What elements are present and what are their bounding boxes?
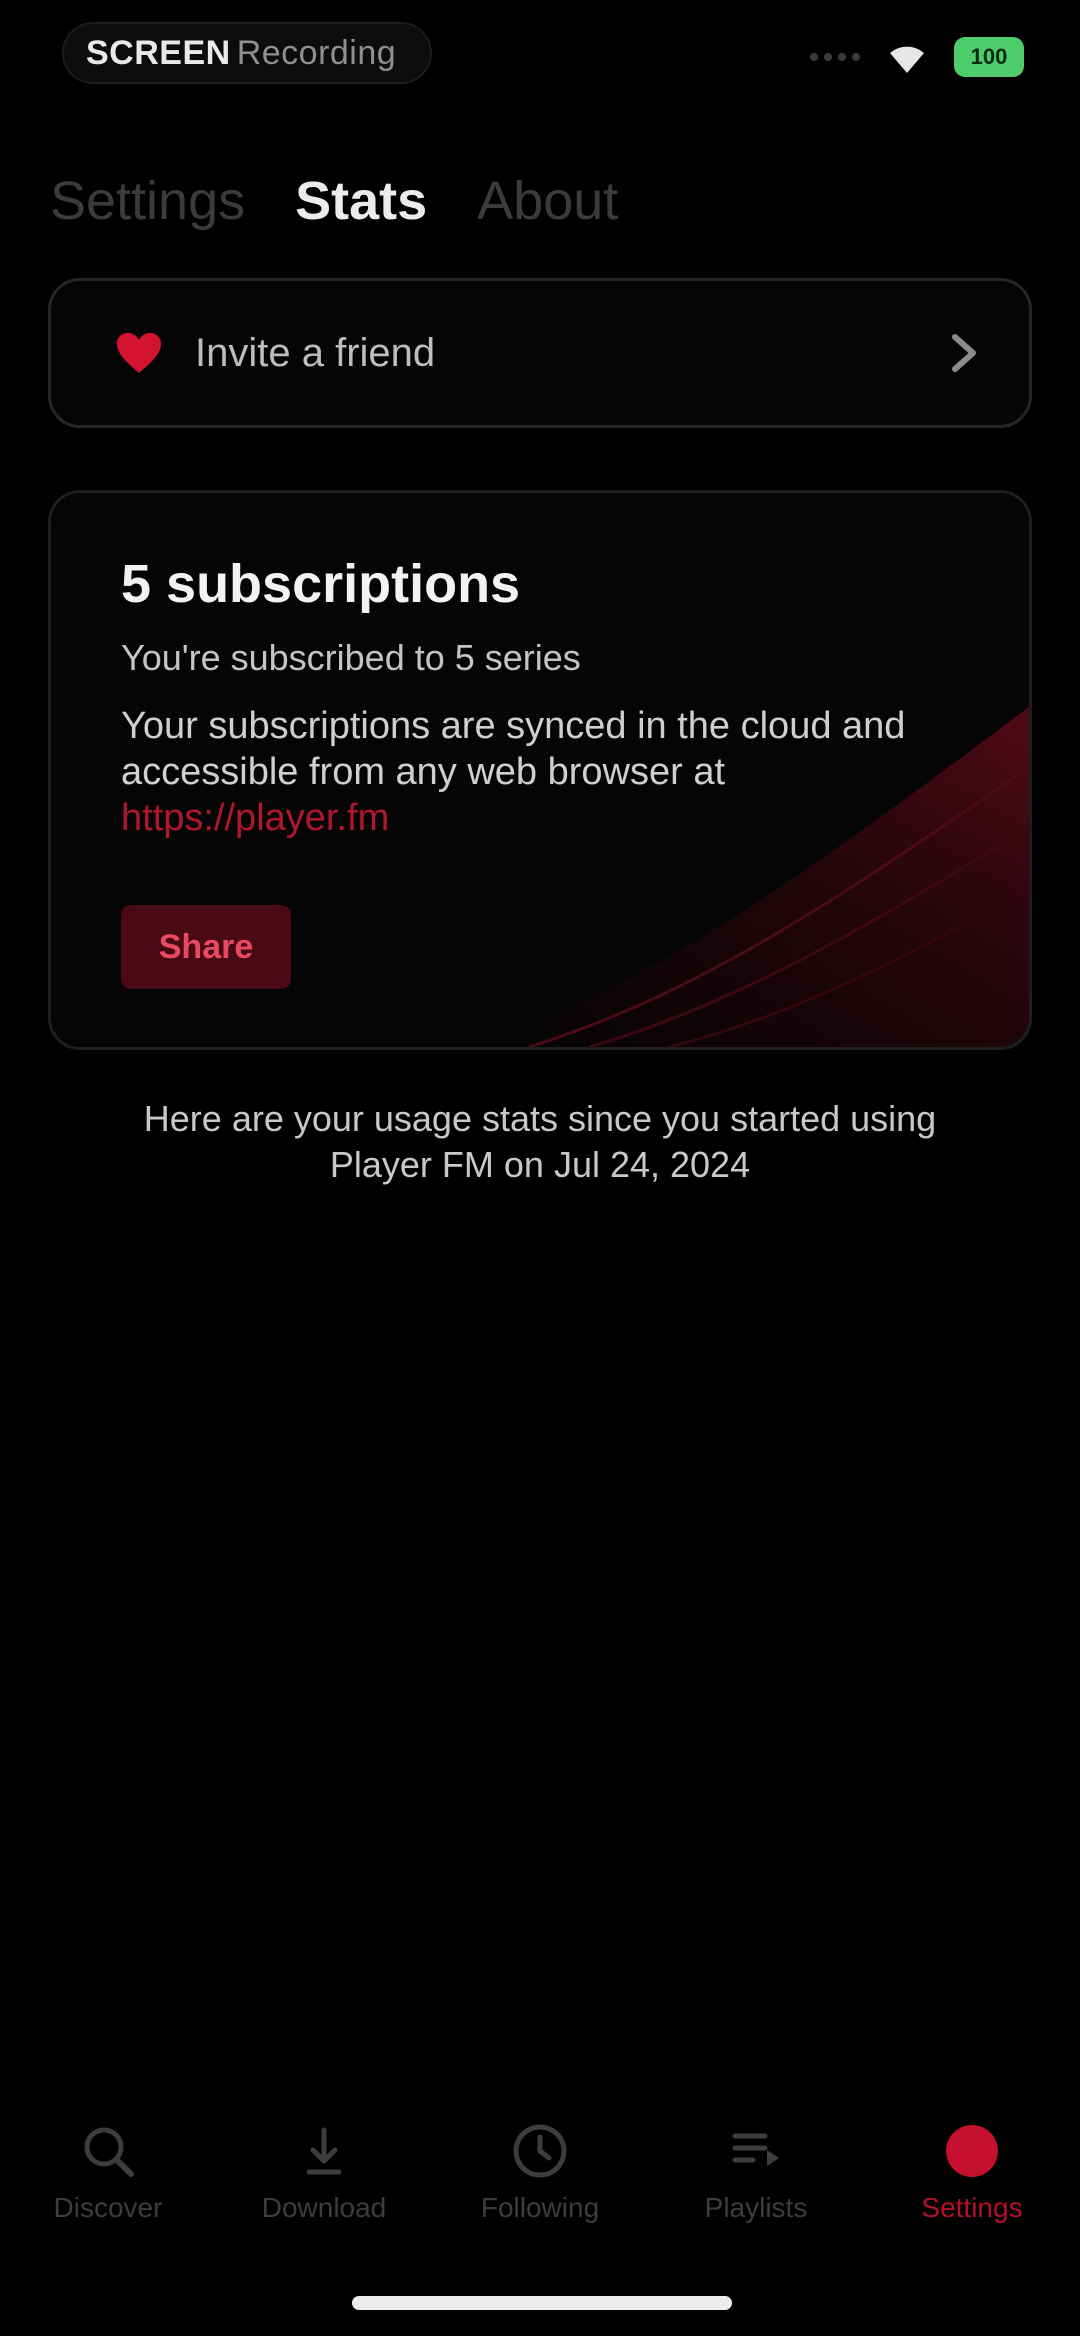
- nav-label-discover: Discover: [53, 2192, 163, 2223]
- recording-pill-light: Recording: [236, 33, 397, 72]
- invite-friend-row[interactable]: Invite a friend: [48, 278, 1032, 428]
- signal-icon: [810, 53, 860, 61]
- subscriptions-description: Your subscriptions are synced in the clo…: [121, 703, 971, 841]
- tab-about[interactable]: About: [477, 170, 618, 232]
- recording-pill-bold: SCREEN: [86, 33, 231, 72]
- settings-icon: [946, 2125, 998, 2177]
- player-fm-link[interactable]: https://player.fm: [121, 797, 389, 839]
- nav-label-following: Following: [480, 2192, 600, 2223]
- status-icons: 100: [810, 32, 1024, 82]
- nav-item-following[interactable]: Following: [432, 2120, 648, 2250]
- share-button[interactable]: Share: [121, 905, 291, 989]
- playlist-icon: [732, 2133, 779, 2166]
- chevron-right-icon: [952, 334, 976, 372]
- screen-recording-pill[interactable]: SCREEN Recording: [62, 22, 432, 84]
- tab-stats[interactable]: Stats: [295, 170, 427, 232]
- search-icon: [84, 2127, 134, 2177]
- battery-level: 100: [970, 44, 1008, 69]
- nav-label-download: Download: [261, 2192, 387, 2223]
- nav-item-playlists[interactable]: Playlists: [648, 2120, 864, 2250]
- usage-stats-text: Here are your usage stats since you star…: [143, 1098, 937, 1185]
- home-indicator[interactable]: [352, 2296, 732, 2310]
- nav-item-download[interactable]: Download: [216, 2120, 432, 2250]
- clock-icon: [513, 2124, 567, 2178]
- nav-item-discover[interactable]: Discover: [0, 2120, 216, 2250]
- tab-settings[interactable]: Settings: [50, 170, 245, 232]
- stats-screen: SCREEN Recording 100 Settings Stats Abou…: [0, 0, 1080, 2336]
- wifi-icon: [890, 46, 924, 73]
- bottom-nav: Discover Download Following Playlists Se…: [0, 2120, 1080, 2250]
- heart-icon: [117, 333, 161, 373]
- top-tabs: Settings Stats About: [50, 170, 618, 232]
- download-icon: [306, 2127, 342, 2175]
- subscriptions-description-text: Your subscriptions are synced in the clo…: [121, 705, 906, 793]
- subscriptions-count-text: You're subscribed to 5 series: [121, 637, 581, 678]
- nav-label-playlists: Playlists: [704, 2192, 808, 2223]
- status-bar: SCREEN Recording 100: [0, 0, 1080, 120]
- nav-label-settings: Settings: [921, 2192, 1023, 2223]
- nav-item-settings[interactable]: Settings: [864, 2120, 1080, 2250]
- subscriptions-card: 5 subscriptions You're subscribed to 5 s…: [48, 490, 1032, 1050]
- subscriptions-title: 5 subscriptions: [121, 554, 521, 614]
- invite-friend-label: Invite a friend: [195, 330, 436, 375]
- battery-icon: 100: [954, 37, 1024, 77]
